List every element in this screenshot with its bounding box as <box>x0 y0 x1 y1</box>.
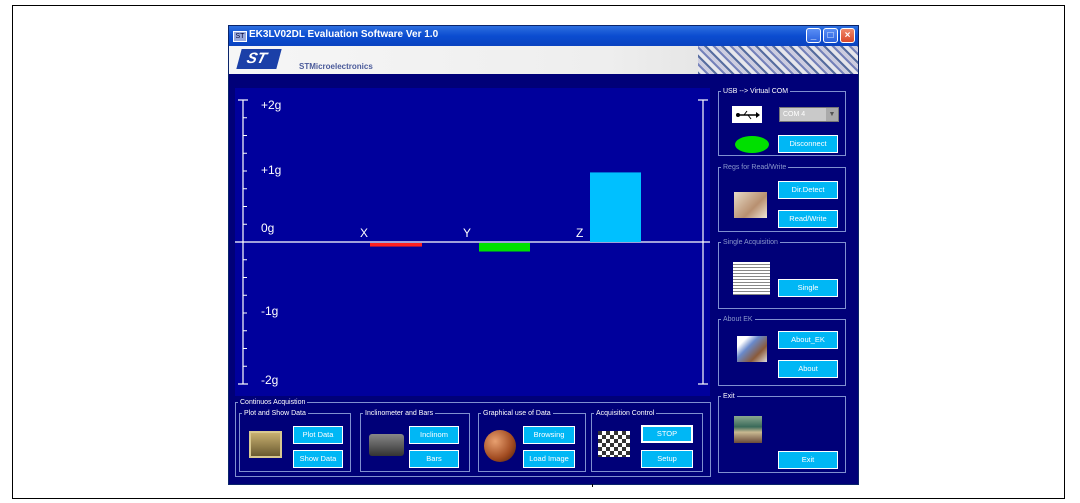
disconnect-button[interactable]: Disconnect <box>778 135 838 153</box>
banner-graphic <box>698 46 858 74</box>
hand-writing-image <box>734 192 767 218</box>
browsing-button[interactable]: Browsing <box>523 426 575 444</box>
registers-group-title: Regs for Read/Write <box>723 164 787 171</box>
title-bar[interactable]: ST EK3LV02DL Evaluation Software Ver 1.0… <box>229 26 858 46</box>
page-tick-mark <box>592 484 593 487</box>
usb-icon <box>732 106 762 123</box>
acceleration-plot: +2g +1g 0g -1g -2g X Y Z <box>235 88 710 396</box>
exit-button[interactable]: Exit <box>778 451 838 469</box>
connection-status-indicator <box>735 136 769 153</box>
about-group-title: About EK <box>723 316 753 323</box>
show-data-button[interactable]: Show Data <box>293 450 343 468</box>
setup-button[interactable]: Setup <box>641 450 693 468</box>
acquisition-control-title: Acquisition Control <box>596 410 655 417</box>
door-image <box>734 416 762 443</box>
read-write-button[interactable]: Read/Write <box>778 210 838 228</box>
z-bar <box>590 172 641 242</box>
maximize-button[interactable]: □ <box>823 28 838 43</box>
y-label-plus1g: +1g <box>261 163 281 177</box>
dir-detect-button[interactable]: Dir.Detect <box>778 181 838 199</box>
stop-button[interactable]: STOP <box>641 425 693 443</box>
plot-show-title: Plot and Show Data <box>244 410 306 417</box>
load-image-button[interactable]: Load Image <box>523 450 575 468</box>
z-axis-label: Z <box>576 226 583 240</box>
inclinometer-image <box>369 434 404 456</box>
y-label-plus2g: +2g <box>261 98 281 112</box>
close-button[interactable]: × <box>840 28 855 43</box>
inclinom-button[interactable]: Inclinom <box>409 426 459 444</box>
single-acquisition-title: Single Acquisition <box>723 239 778 246</box>
y-bar <box>479 243 530 252</box>
continuous-acquisition-title: Continuos Acquistion <box>240 399 306 406</box>
brand-banner: ST STMicroelectronics <box>229 46 858 74</box>
minimize-button[interactable]: _ <box>806 28 821 43</box>
graphical-title: Graphical use of Data <box>483 410 551 417</box>
checkerboard-image <box>598 431 630 457</box>
usb-group-title: USB --> Virtual COM <box>723 88 789 95</box>
brand-name: STMicroelectronics <box>299 62 373 71</box>
oscilloscope-image <box>249 431 282 458</box>
about-ek-button[interactable]: About_EK <box>778 331 838 349</box>
com-port-select[interactable]: COM 4 ▼ <box>779 107 839 122</box>
y-label-minus2g: -2g <box>261 373 278 387</box>
inclinometer-title: Inclinometer and Bars <box>365 410 434 417</box>
single-button[interactable]: Single <box>778 279 838 297</box>
y-label-0g: 0g <box>261 221 274 235</box>
x-axis-label: X <box>360 226 368 240</box>
st-logo: ST <box>236 49 282 69</box>
window-title: EK3LV02DL Evaluation Software Ver 1.0 <box>249 29 439 40</box>
app-window: ST EK3LV02DL Evaluation Software Ver 1.0… <box>228 25 859 485</box>
data-sheet-image <box>733 262 770 295</box>
y-label-minus1g: -1g <box>261 304 278 318</box>
exit-group-title: Exit <box>723 393 735 400</box>
y-axis-label: Y <box>463 226 471 240</box>
x-bar <box>370 243 422 247</box>
about-button[interactable]: About <box>778 360 838 378</box>
bars-button[interactable]: Bars <box>409 450 459 468</box>
board-image <box>737 336 767 362</box>
chevron-down-icon[interactable]: ▼ <box>826 108 838 121</box>
mars-image <box>484 430 516 462</box>
plot-canvas: +2g +1g 0g -1g -2g X Y Z <box>235 98 710 387</box>
com-port-value: COM 4 <box>783 111 806 118</box>
app-icon: ST <box>233 31 247 42</box>
plot-data-button[interactable]: Plot Data <box>293 426 343 444</box>
